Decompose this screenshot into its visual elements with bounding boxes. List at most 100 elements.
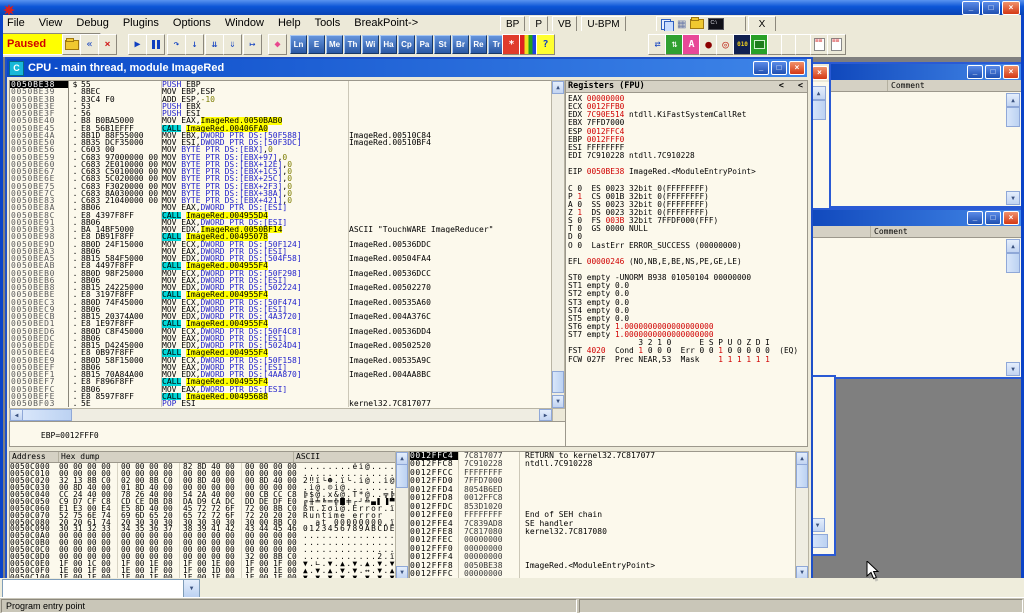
calculator-icon[interactable]: ▦ [677,19,686,30]
register-line[interactable] [568,176,807,184]
close-icon[interactable]: × [789,61,805,75]
register-line[interactable]: ST4 empty 0.0 [568,307,807,315]
close-icon[interactable]: × [1003,65,1019,79]
disasm-row[interactable]: 0050BEB8.8B15 24225000MOV EDX,DWORD PTR … [10,284,552,291]
maximize-icon[interactable]: □ [985,211,1001,225]
animate-icon[interactable]: ◆ [268,34,287,55]
letter-button-cp[interactable]: Cp [398,35,415,54]
menu-item-tools[interactable]: Tools [308,15,348,31]
step-over-icon[interactable]: ↷ [167,34,186,55]
letter-button-br[interactable]: Br [452,35,469,54]
register-line[interactable]: P 1 CS 001B 32bit 0(FFFFFFFF) [568,193,807,201]
dump-row[interactable]: 0050C02032 13 8B C002 00 8B C000 8D 40 0… [10,477,396,484]
menu-item-plugins[interactable]: Plugins [116,15,166,31]
disasm-row[interactable]: 0050BEAB.E8 4497F8FFCALL ImageRed.004955… [10,262,552,269]
register-line[interactable]: ST7 empty 1.0000000000000000000 [568,331,807,339]
menu-item-help[interactable]: Help [271,15,308,31]
disasm-row[interactable]: 0050BEF7.E8 F896F8FFCALL ImageRed.004955… [10,378,552,385]
scroll-down-icon[interactable]: ▼ [1006,191,1020,205]
disasm-row[interactable]: 0050BEC9.8B06MOV EAX,DWORD PTR DS:[ESI] [10,306,552,313]
disasm-row[interactable]: 0050BE83.C683 21040000 00MOV BYTE PTR DS… [10,197,552,204]
scroll-thumb[interactable] [22,409,72,421]
dump-col-address[interactable]: Address [10,452,59,462]
stack-row[interactable]: 0012FFF400000000 [410,553,796,561]
register-line[interactable]: EIP 0050BE38 ImageRed.<ModuleEntryPoint> [568,168,807,176]
dump-row[interactable]: 0050C0D000 00 00 0000 00 00 0000 00 00 0… [10,553,396,560]
stack-row[interactable]: 0012FFE47C839AD8SE handler [410,520,796,528]
disasm-row[interactable]: 0050BEB6.8B06MOV EAX,DWORD PTR DS:[ESI] [10,277,552,284]
dump-row[interactable]: 0050C08020 20 61 7420 30 30 3030 30 30 3… [10,519,396,526]
register-line[interactable]: EDI 7C910228 ntdll.7C910228 [568,152,807,160]
scroll-thumb[interactable] [552,371,564,393]
menubar-close-button[interactable]: X [748,16,776,32]
help-icon[interactable]: ? [536,34,555,55]
letter-button-me[interactable]: Me [326,35,343,54]
step-into-icon[interactable]: ↓ [185,34,204,55]
minimize-icon[interactable]: _ [967,65,983,79]
disasm-row[interactable]: 0050BE60.C683 2E010000 00MOV BYTE PTR DS… [10,161,552,168]
disasm-row[interactable]: 0050BE38$55PUSH EBP [10,81,552,88]
disasm-row[interactable]: 0050BEBE.E8 3197F8FFCALL ImageRed.004955… [10,291,552,298]
registers-header[interactable]: Registers (FPU) < < [566,81,807,93]
pause-icon[interactable] [146,34,165,55]
scroll-up-icon[interactable]: ▲ [1006,239,1020,253]
command-input[interactable] [3,580,183,597]
dump-row[interactable]: 0050C060E1 E3 00 E4E5 8D 40 0045 72 72 6… [10,505,396,512]
disasm-row[interactable]: 0050BEE9.8B0D 58F15000MOV ECX,DWORD PTR … [10,357,552,364]
scroll-down-icon[interactable]: ▼ [1006,362,1020,376]
fragment-scroll-up[interactable]: ▲ [811,86,826,100]
stack-row[interactable]: 0012FFF000000000 [410,545,796,553]
disasm-row[interactable]: 0050BEF1.8B15 70A84A00MOV EDX,DWORD PTR … [10,371,552,378]
dump-row[interactable]: 0050C0C000 00 00 0000 00 00 0000 00 00 0… [10,546,396,553]
dump-row[interactable]: 0050C0A000 00 00 0000 00 00 0000 00 00 0… [10,532,396,539]
plugin-button-p[interactable]: P [529,16,548,32]
stack-row[interactable]: 0012FFEC00000000 [410,536,796,544]
letter-button-e[interactable]: E [308,35,325,54]
disasm-row[interactable]: 0050BE45.E8 56B1EFFFCALL ImageRed.00406F… [10,125,552,132]
scroll-thumb[interactable] [1006,107,1020,127]
cpu-titlebar[interactable]: C CPU - main thread, module ImageRed _ □… [7,59,807,77]
menu-item-options[interactable]: Options [166,15,218,31]
register-line[interactable] [568,160,807,168]
registers-nav-right[interactable]: < [798,81,807,92]
disasm-row[interactable]: 0050BE8C.E8 4397F8FFCALL ImageRed.004955… [10,212,552,219]
dump-row[interactable]: 0050C0E01F 00 1C 001F 00 1E 001F 00 1E 0… [10,560,396,567]
fragment-scroll-thumb[interactable] [811,100,826,120]
maximize-icon[interactable]: □ [771,61,787,75]
stack-row[interactable]: 0012FFD48054B6ED [410,486,796,494]
stack-row[interactable]: 0012FFD07FFD7000 [410,477,796,485]
disasm-row[interactable]: 0050BED6.8B0D C8F45000MOV ECX,DWORD PTR … [10,328,552,335]
disasm-row[interactable]: 0050BE39.8BECMOV EBP,ESP [10,88,552,95]
register-line[interactable]: ST6 empty 1.0000000000000000000 [568,323,807,331]
maximize-icon[interactable]: □ [985,65,1001,79]
disasm-row[interactable]: 0050BE6E.C683 5C020000 00MOV BYTE PTR DS… [10,175,552,182]
stack-vscrollbar[interactable]: ▲ ▼ [795,451,809,580]
menu-item-breakpoint[interactable]: BreakPoint-> [347,15,425,31]
disasm-vscrollbar[interactable]: ▲ ▼ [551,80,565,409]
dump-row[interactable]: 0050C040CC 24 40 0078 26 40 0054 2A 40 0… [10,491,396,498]
register-line[interactable]: EBX 7FFD7000 [568,119,807,127]
register-line[interactable]: EBP 0012FFF0 [568,136,807,144]
register-line[interactable] [568,266,807,274]
stack-row[interactable]: 0012FFE87C817080kernel32.7C817080 [410,528,796,536]
chevron-down-icon[interactable]: ▼ [183,580,199,597]
disasm-row[interactable]: 0050BE67.C683 C5010000 00MOV BYTE PTR DS… [10,168,552,175]
stack-row[interactable]: 0012FFCCFFFFFFFF [410,469,796,477]
dump-col-ascii[interactable]: ASCII [294,452,396,462]
trace-over-icon[interactable]: ⇊ [205,34,224,55]
disasm-row[interactable]: 0050BE3B.83C4 F0ADD ESP,-10 [10,96,552,103]
letter-button-re[interactable]: Re [470,35,487,54]
register-line[interactable]: EDX 7C90E514 ntdll.KiFastSystemCallRet [568,111,807,119]
menu-item-file[interactable]: File [0,15,32,31]
close-icon[interactable]: × [1003,211,1019,225]
register-line[interactable]: ECX 0012FFB0 [568,103,807,111]
open-file-icon[interactable] [62,34,81,55]
letter-button-ha[interactable]: Ha [380,35,397,54]
scroll-thumb[interactable] [396,464,408,488]
disasm-row[interactable]: 0050BEDE.8B15 D4245000MOV EDX,DWORD PTR … [10,342,552,349]
letter-button-pa[interactable]: Pa [416,35,433,54]
dump-row[interactable]: 0050C07052 75 6E 7469 6D 65 2065 72 72 6… [10,512,396,519]
command-combo[interactable]: ▼ [2,579,200,598]
menu-item-window[interactable]: Window [218,15,271,31]
register-line[interactable]: ST3 empty 0.0 [568,299,807,307]
